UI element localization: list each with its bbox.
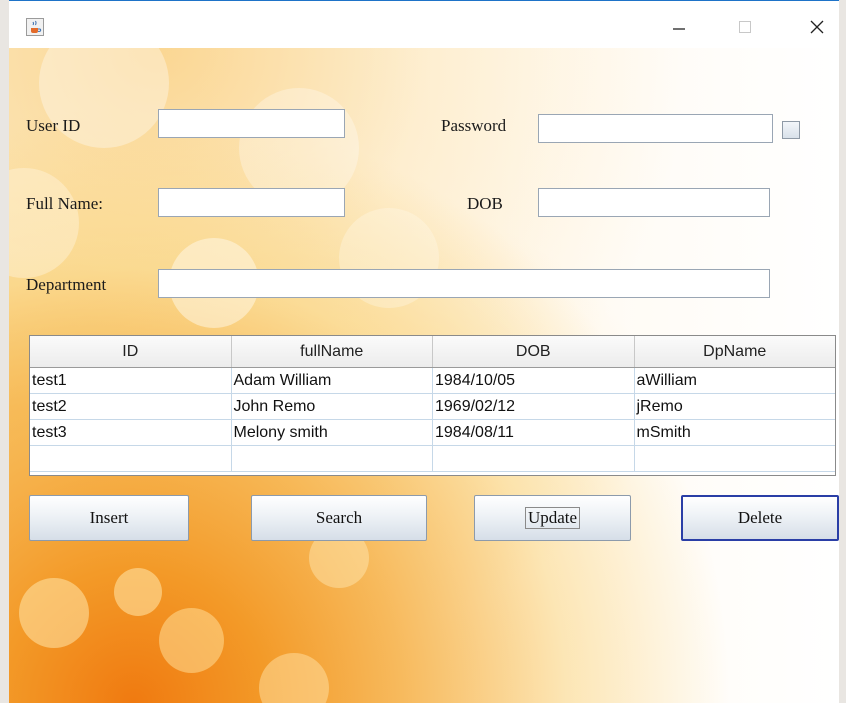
delete-button[interactable]: Delete: [681, 495, 839, 541]
java-cup-icon: [26, 18, 44, 36]
column-header-id[interactable]: ID: [30, 336, 232, 367]
bokeh-decoration: [9, 168, 79, 278]
minimize-button[interactable]: [662, 13, 696, 41]
table-cell: [433, 446, 635, 471]
table-cell: aWilliam: [636, 371, 697, 389]
full-name-label: Full Name:: [26, 194, 103, 213]
table-row[interactable]: test2 John Remo 1969/02/12 jRemo: [30, 394, 835, 420]
table-cell: test3: [30, 420, 232, 445]
search-button[interactable]: Search: [251, 495, 427, 541]
full-name-input[interactable]: [158, 188, 345, 217]
maximize-button[interactable]: [728, 13, 762, 41]
column-header-fullname[interactable]: fullName: [232, 336, 433, 367]
table-row[interactable]: test3 Melony smith 1984/08/11 mSmith: [30, 420, 835, 446]
table-cell: Adam William: [232, 368, 433, 393]
form-panel: User ID Password Full Name: DOB Departme…: [9, 48, 839, 703]
table-cell: 1984/10/05: [433, 368, 635, 393]
bokeh-decoration: [259, 653, 329, 703]
minimize-icon: [673, 28, 685, 30]
table-cell: John Remo: [232, 394, 433, 419]
table-cell: test2: [30, 394, 232, 419]
table-row[interactable]: [30, 446, 835, 472]
bokeh-decoration: [159, 608, 224, 673]
insert-button-label: Insert: [89, 508, 129, 527]
table-cell: 1984/08/11: [433, 420, 635, 445]
table-cell: jRemo: [636, 397, 683, 415]
password-input[interactable]: [538, 114, 773, 143]
bokeh-decoration: [19, 578, 89, 648]
table-header: ID fullName DOB DpName: [30, 336, 835, 368]
department-label: Department: [26, 275, 107, 294]
maximize-icon: [739, 21, 751, 33]
table-cell: test1: [30, 368, 232, 393]
table-cell: [30, 446, 232, 471]
user-id-input[interactable]: [158, 109, 345, 138]
show-password-checkbox[interactable]: [782, 121, 800, 139]
insert-button[interactable]: Insert: [29, 495, 189, 541]
close-button[interactable]: [800, 13, 834, 41]
table-cell: mSmith: [636, 423, 691, 441]
column-header-dob[interactable]: DOB: [433, 336, 635, 367]
delete-button-label: Delete: [737, 508, 783, 527]
search-button-label: Search: [315, 508, 363, 527]
table-cell: [635, 446, 836, 471]
title-bar[interactable]: [9, 0, 839, 49]
application-window: User ID Password Full Name: DOB Departme…: [0, 0, 846, 703]
table-row[interactable]: test1 Adam William 1984/10/05 aWilliam: [30, 368, 835, 394]
users-table[interactable]: ID fullName DOB DpName test1 Adam Willia…: [29, 335, 836, 476]
table-cell: Melony smith: [232, 420, 433, 445]
password-label: Password: [441, 116, 507, 135]
table-cell: [232, 446, 433, 471]
department-input[interactable]: [158, 269, 770, 298]
dob-input[interactable]: [538, 188, 770, 217]
dob-label: DOB: [467, 194, 503, 213]
update-button[interactable]: Update: [474, 495, 631, 541]
column-header-dpname[interactable]: DpName: [635, 336, 836, 367]
table-cell: 1969/02/12: [433, 394, 635, 419]
user-id-label: User ID: [26, 116, 81, 135]
update-button-label: Update: [524, 507, 581, 529]
window-right-edge: [838, 0, 846, 703]
close-icon: [810, 20, 824, 34]
bokeh-decoration: [114, 568, 162, 616]
